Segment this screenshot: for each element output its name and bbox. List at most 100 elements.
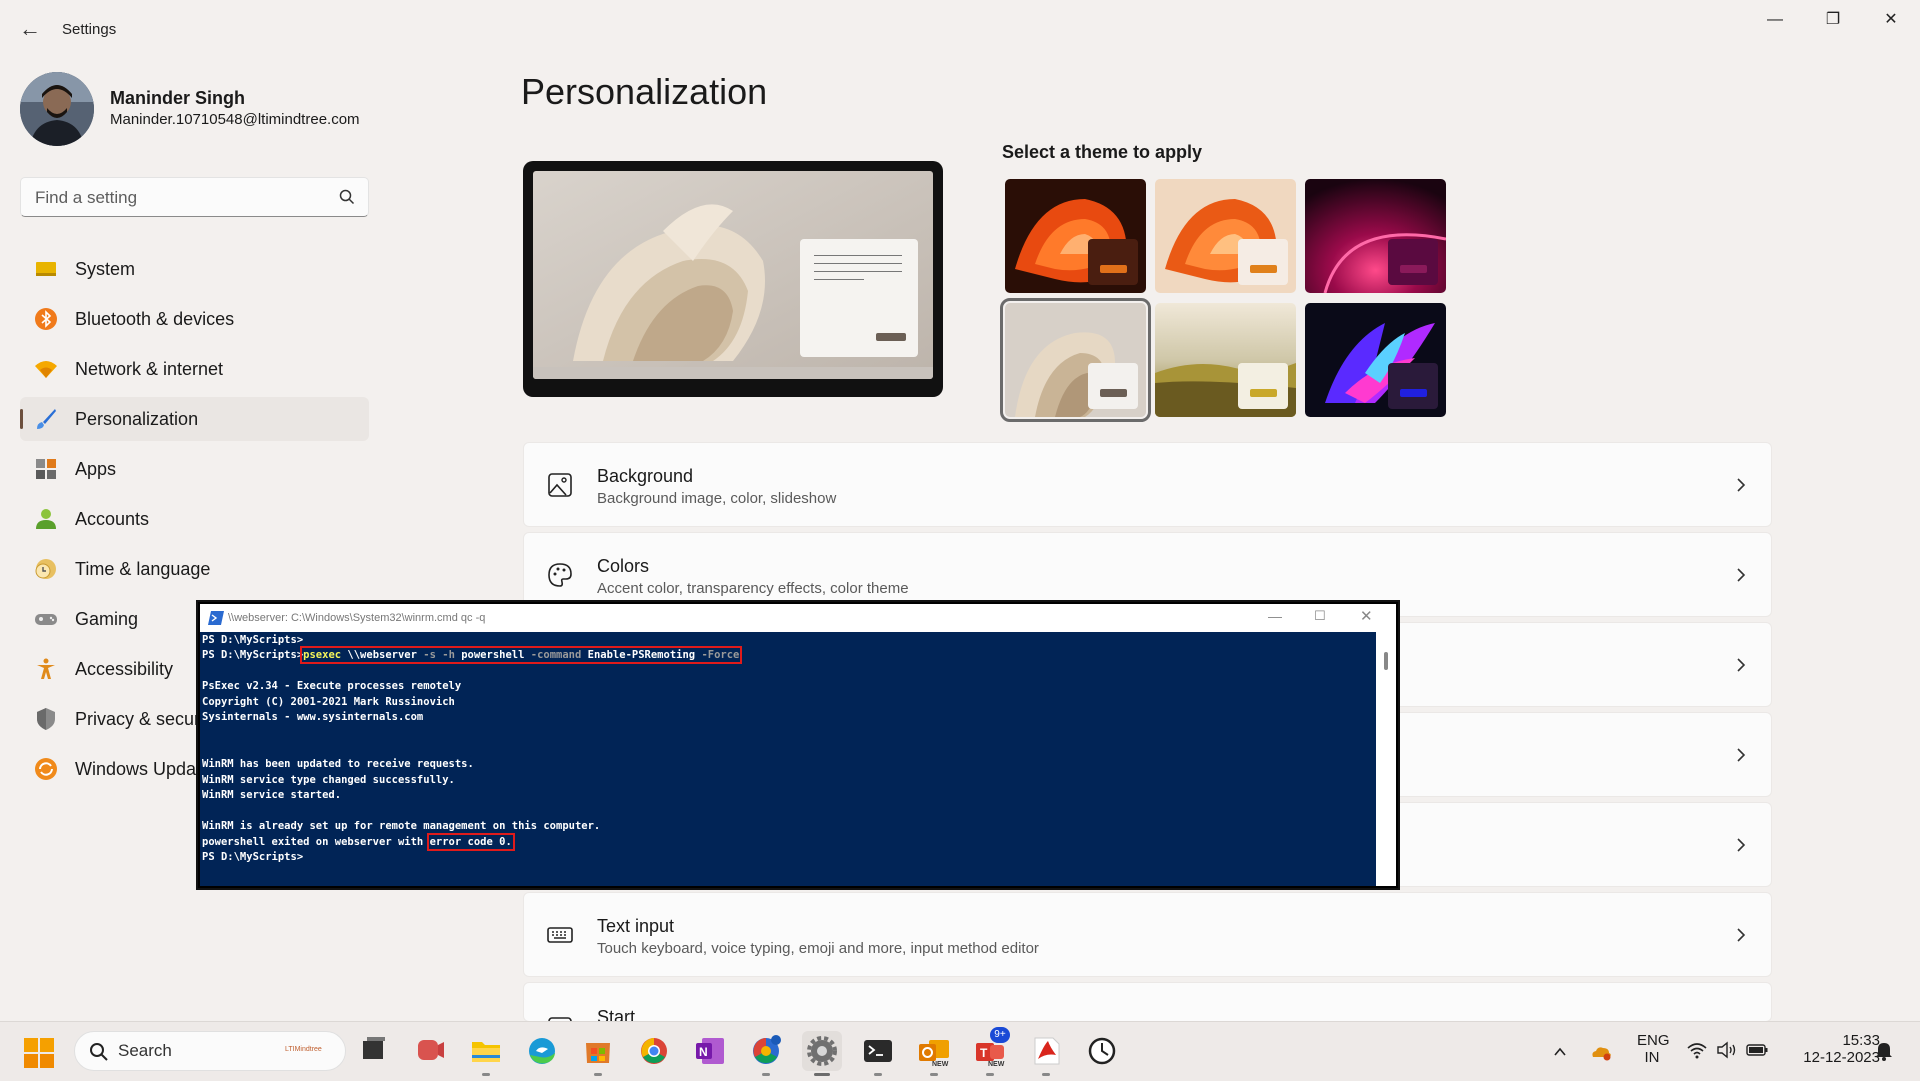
terminal-title-bar[interactable]: \\webserver: C:\Windows\System32\winrm.c… bbox=[200, 604, 1396, 632]
minimize-button[interactable]: — bbox=[1746, 0, 1804, 40]
terminal-icon[interactable] bbox=[858, 1031, 898, 1076]
user-email: Maninder.10710548@ltimindtree.com bbox=[110, 111, 360, 128]
volume-icon[interactable] bbox=[1716, 1040, 1738, 1060]
keyboard-icon bbox=[547, 927, 573, 943]
clock-app-icon[interactable] bbox=[1082, 1031, 1122, 1071]
terminal-output[interactable]: PS D:\MyScripts> PS D:\MyScripts>psexec … bbox=[200, 632, 1376, 886]
terminal-line: PS D:\MyScripts> bbox=[202, 851, 304, 863]
sidebar-item-label: Personalization bbox=[75, 409, 199, 429]
palette-icon bbox=[548, 563, 572, 587]
start-button[interactable] bbox=[24, 1038, 54, 1068]
clock[interactable]: 15:33 12-12-2023 bbox=[1780, 1032, 1880, 1066]
powershell-window[interactable]: \\webserver: C:\Windows\System32\winrm.c… bbox=[198, 602, 1398, 888]
powershell-icon bbox=[208, 611, 224, 625]
start-card[interactable]: Start bbox=[523, 982, 1772, 1022]
brush-icon bbox=[37, 409, 56, 429]
sidebar-item-label: Bluetooth & devices bbox=[75, 309, 235, 329]
title-bar: ← Settings — ❐ ✕ bbox=[0, 0, 1920, 60]
terminal-scrollbar[interactable] bbox=[1376, 632, 1396, 886]
background-card[interactable]: Background Background image, color, slid… bbox=[523, 442, 1772, 527]
acrobat-icon[interactable] bbox=[1026, 1031, 1066, 1076]
chevron-up-icon[interactable] bbox=[1552, 1044, 1568, 1060]
terminal-line: WinRM service started. bbox=[202, 789, 342, 801]
new-badge: NEW bbox=[932, 1061, 949, 1068]
sidebar-item-bluetooth[interactable]: Bluetooth & devices bbox=[20, 297, 369, 341]
task-view-icon[interactable] bbox=[354, 1031, 394, 1071]
onenote-icon[interactable]: N bbox=[690, 1031, 730, 1071]
wifi-icon[interactable] bbox=[1686, 1040, 1708, 1060]
language-indicator[interactable]: ENG IN bbox=[1637, 1032, 1670, 1066]
file-explorer-icon[interactable] bbox=[466, 1031, 506, 1076]
sidebar-item-label: Network & internet bbox=[75, 359, 224, 379]
image-icon bbox=[548, 473, 572, 497]
chrome-dev-icon[interactable] bbox=[746, 1031, 786, 1076]
settings-icon[interactable] bbox=[802, 1031, 842, 1076]
outlook-icon[interactable]: NEW bbox=[914, 1031, 954, 1076]
card-title: Start bbox=[597, 1007, 636, 1022]
themes-label: Select a theme to apply bbox=[1002, 142, 1203, 162]
text-input-card[interactable]: Text input Touch keyboard, voice typing,… bbox=[523, 892, 1772, 977]
chevron-right-icon bbox=[1737, 478, 1746, 492]
taskbar-search[interactable]: Search LTIMindtree bbox=[74, 1031, 346, 1071]
onedrive-icon[interactable] bbox=[1590, 1042, 1612, 1062]
edge-icon[interactable] bbox=[522, 1031, 562, 1071]
avatar[interactable] bbox=[20, 72, 94, 146]
accounts-icon bbox=[36, 509, 56, 529]
terminal-close-button[interactable]: ✕ bbox=[1360, 607, 1373, 625]
time: 15:33 bbox=[1842, 1032, 1880, 1049]
theme-glow-light[interactable] bbox=[1155, 179, 1296, 293]
terminal-line: WinRM is already set up for remote manag… bbox=[202, 820, 601, 832]
chrome-icon[interactable] bbox=[634, 1031, 674, 1071]
taskbar-search-label: Search bbox=[118, 1041, 172, 1060]
new-badge: NEW bbox=[988, 1061, 1005, 1068]
terminal-line: WinRM service type changed successfully. bbox=[202, 774, 455, 786]
theme-glow-dark[interactable] bbox=[1005, 179, 1146, 293]
sidebar-item-system[interactable]: System bbox=[20, 247, 369, 291]
teams-meet-icon[interactable] bbox=[410, 1031, 450, 1071]
battery-icon[interactable] bbox=[1746, 1042, 1768, 1058]
terminal-line: PS D:\MyScripts> bbox=[202, 634, 304, 646]
terminal-minimize-button[interactable]: — bbox=[1268, 608, 1282, 624]
theme-landscape[interactable] bbox=[1155, 303, 1296, 417]
svg-text:T: T bbox=[980, 1046, 988, 1060]
search-icon bbox=[90, 1043, 108, 1061]
terminal-line: Sysinternals - www.sysinternals.com bbox=[202, 711, 424, 723]
sidebar-item-network[interactable]: Network & internet bbox=[20, 347, 369, 391]
sidebar-item-time-language[interactable]: Time & language bbox=[20, 547, 369, 591]
sidebar-item-apps[interactable]: Apps bbox=[20, 447, 369, 491]
chevron-right-icon bbox=[1737, 928, 1746, 942]
close-button[interactable]: ✕ bbox=[1862, 0, 1920, 40]
search-highlight-badge: LTIMindtree bbox=[285, 1046, 322, 1053]
shield-icon bbox=[37, 708, 55, 730]
scroll-thumb[interactable] bbox=[1384, 652, 1388, 670]
sidebar-item-label: Apps bbox=[75, 459, 117, 479]
search-input[interactable] bbox=[33, 186, 327, 210]
theme-windows-light-selected[interactable] bbox=[1000, 298, 1151, 422]
back-button[interactable]: ← bbox=[18, 14, 42, 44]
cmd-force: -Force bbox=[701, 649, 740, 661]
theme-captured-motion[interactable] bbox=[1305, 179, 1446, 293]
user-name: Maninder Singh bbox=[110, 88, 245, 108]
search-icon[interactable] bbox=[338, 188, 356, 206]
notification-bell-icon[interactable] bbox=[1874, 1040, 1894, 1062]
sidebar-item-label: Time & language bbox=[75, 559, 211, 579]
chevron-right-icon bbox=[1737, 658, 1746, 672]
theme-preview bbox=[523, 161, 943, 397]
sidebar-item-accounts[interactable]: Accounts bbox=[20, 497, 369, 541]
sidebar-item-label: Privacy & securi bbox=[75, 709, 205, 729]
sidebar-item-personalization[interactable]: Personalization bbox=[20, 397, 369, 441]
theme-flow[interactable] bbox=[1305, 303, 1446, 417]
search-box[interactable] bbox=[20, 177, 369, 217]
wifi-icon bbox=[35, 361, 57, 378]
maximize-button[interactable]: ❐ bbox=[1804, 0, 1862, 40]
cmd-flags: -s -h bbox=[423, 649, 455, 661]
gamepad-icon bbox=[35, 614, 57, 625]
teams-icon[interactable]: T 9+ NEW bbox=[970, 1027, 1010, 1076]
cmd-param: -command bbox=[530, 649, 582, 661]
store-icon[interactable] bbox=[578, 1031, 618, 1076]
cmd-exe: psexec bbox=[303, 649, 342, 661]
sidebar-item-label: Windows Updat bbox=[75, 759, 202, 779]
highlighted-command: psexec \\webserver -s -h powershell -com… bbox=[300, 646, 743, 664]
terminal-maximize-button[interactable]: ☐ bbox=[1314, 608, 1326, 624]
terminal-exit-line: powershell exited on webserver with erro… bbox=[202, 833, 515, 851]
